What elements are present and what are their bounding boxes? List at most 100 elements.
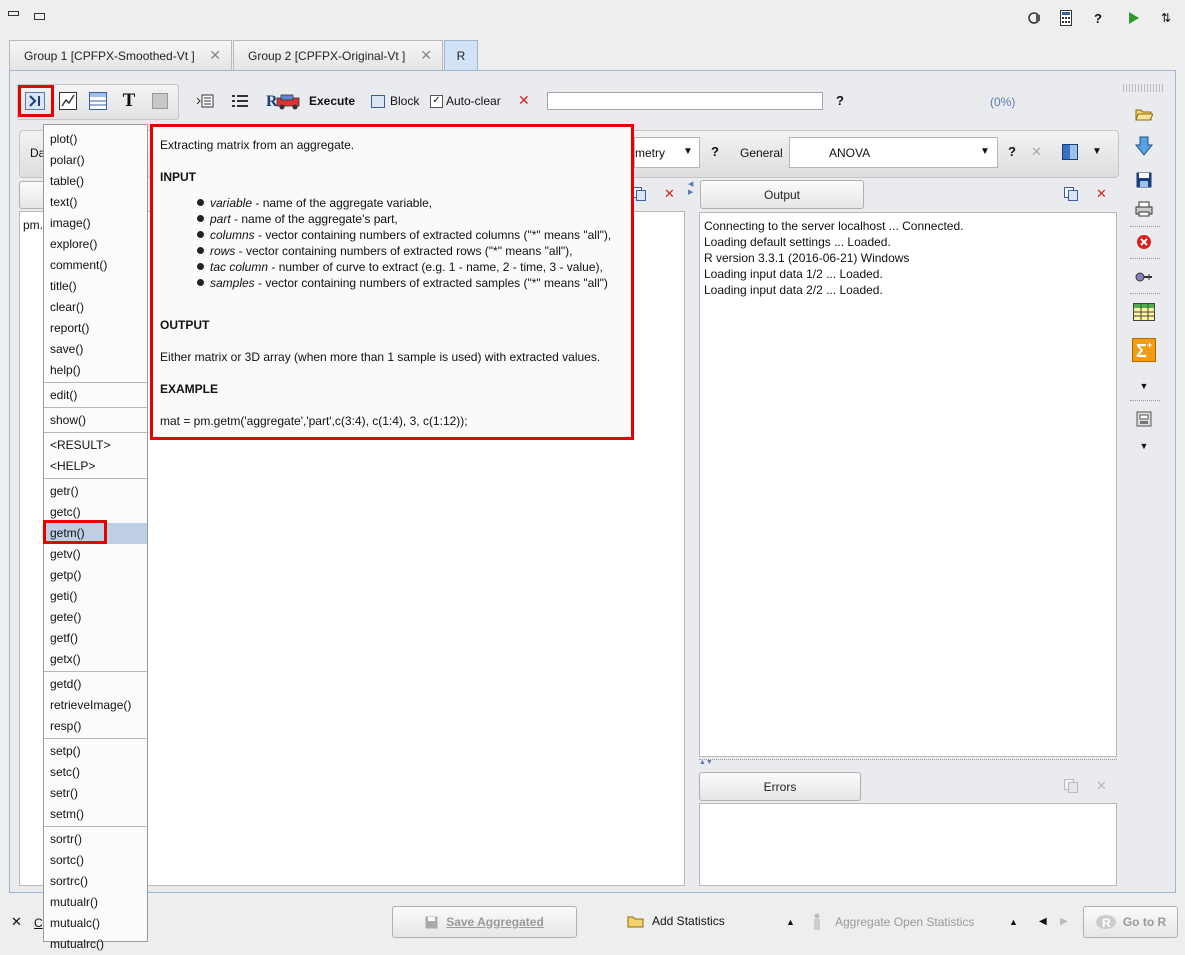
connect-icon[interactable] [1132, 265, 1156, 289]
autoclear-label[interactable]: Auto-clear [446, 94, 501, 108]
menu-item[interactable]: save() [44, 339, 147, 360]
menu-item[interactable]: gete() [44, 607, 147, 628]
tab-group-1[interactable]: Group 1 [CPFPX-Smoothed-Vt ] ✕ [9, 40, 232, 71]
menu-item[interactable]: report() [44, 318, 147, 339]
menu-item[interactable]: image() [44, 213, 147, 234]
block-icon[interactable] [371, 95, 385, 108]
menu-item[interactable]: clear() [44, 297, 147, 318]
indent-icon[interactable] [194, 90, 216, 112]
menu-item[interactable]: setm() [44, 804, 147, 825]
menu-item[interactable]: sortc() [44, 850, 147, 871]
menu-item[interactable]: setc() [44, 762, 147, 783]
editor-close-icon[interactable]: ✕ [664, 186, 675, 202]
stop-icon[interactable] [1132, 230, 1156, 254]
general-dropdown[interactable]: ANOVA ▼ [789, 137, 998, 168]
output-clear-icon[interactable]: ✕ [1096, 186, 1107, 202]
menu-item[interactable]: retrieveImage() [44, 695, 147, 716]
bottom-left-partial[interactable]: C [34, 916, 43, 930]
layout-icon[interactable] [1062, 144, 1078, 160]
clear-icon[interactable]: ✕ [518, 92, 530, 109]
folder-open-icon[interactable] [1132, 102, 1156, 126]
menu-item[interactable]: polar() [44, 150, 147, 171]
output-panel[interactable]: Connecting to the server localhost ... C… [699, 212, 1117, 757]
save-aggregated-button[interactable]: Save Aggregated [392, 906, 577, 938]
menu-item[interactable]: sortr() [44, 829, 147, 850]
general-help-icon[interactable]: ? [1008, 144, 1016, 159]
menu-item[interactable]: mutualrc() [44, 934, 147, 955]
refresh-icon[interactable]: ⇅ [1158, 10, 1174, 26]
spreadsheet-icon[interactable] [1132, 300, 1156, 324]
chevron-down-icon[interactable]: ▼ [1092, 146, 1102, 157]
previous-icon[interactable]: ◀ [1039, 916, 1047, 927]
help-icon[interactable]: ? [1090, 10, 1106, 26]
menu-item[interactable]: mutualc() [44, 913, 147, 934]
general-clear-icon[interactable]: ✕ [1031, 144, 1042, 160]
list-icon[interactable] [229, 90, 251, 112]
menu-item[interactable]: edit() [44, 385, 147, 406]
go-to-r-button[interactable]: R Go to R [1083, 906, 1178, 938]
output-title-button[interactable]: Output [700, 180, 864, 209]
errors-panel[interactable] [699, 803, 1117, 886]
aggregate-open-statistics-button[interactable]: Aggregate Open Statistics [810, 913, 974, 931]
chevron-up-icon[interactable]: ▲ [786, 917, 795, 927]
menu-item[interactable]: getr() [44, 481, 147, 502]
close-icon[interactable]: ✕ [420, 47, 432, 64]
tab-group-2[interactable]: Group 2 [CPFPX-Original-Vt ] ✕ [233, 40, 443, 71]
menu-item[interactable]: resp() [44, 716, 147, 737]
copy-icon[interactable] [1062, 186, 1080, 202]
menu-item[interactable]: getf() [44, 628, 147, 649]
menu-item[interactable]: getv() [44, 544, 147, 565]
menu-item[interactable]: comment() [44, 255, 147, 276]
menu-item[interactable]: geti() [44, 586, 147, 607]
print-icon[interactable] [1132, 197, 1156, 221]
menu-item[interactable]: getx() [44, 649, 147, 670]
metry-dropdown[interactable]: metry ▼ [634, 137, 700, 168]
window-menu-icon[interactable] [8, 11, 19, 16]
menu-item[interactable]: mutualr() [44, 892, 147, 913]
menu-item[interactable]: text() [44, 192, 147, 213]
autoclear-checkbox[interactable]: ✓ [430, 95, 443, 108]
sum-icon[interactable]: Σ + [1132, 338, 1156, 362]
menu-item[interactable]: getp() [44, 565, 147, 586]
chevron-up-icon[interactable]: ▲ [1009, 917, 1018, 927]
menu-item[interactable]: title() [44, 276, 147, 297]
window-restore-icon[interactable] [34, 13, 45, 20]
horizontal-splitter[interactable]: ▲▼ [699, 759, 1117, 768]
command-help-icon[interactable]: ? [836, 93, 844, 108]
table-icon[interactable] [87, 90, 109, 112]
execute-r-icon[interactable]: R [266, 90, 304, 112]
add-statistics-button[interactable]: Add Statistics [627, 914, 725, 928]
chevron-down-icon[interactable]: ▼ [1132, 434, 1156, 458]
menu-item[interactable]: table() [44, 171, 147, 192]
menu-item[interactable]: <RESULT> [44, 435, 147, 456]
plot-icon[interactable] [57, 90, 79, 112]
menu-item[interactable]: sortrc() [44, 871, 147, 892]
next-icon[interactable]: ▶ [1060, 916, 1068, 927]
menu-item[interactable]: explore() [44, 234, 147, 255]
menu-item[interactable]: help() [44, 360, 147, 381]
record-icon[interactable] [1026, 10, 1042, 26]
command-input[interactable] [547, 92, 823, 110]
download-icon[interactable] [1132, 134, 1156, 158]
image-icon[interactable] [149, 90, 171, 112]
bottom-close-icon[interactable]: ✕ [11, 914, 22, 930]
menu-item[interactable]: <HELP> [44, 456, 147, 477]
save-icon[interactable] [1132, 168, 1156, 192]
export-icon[interactable] [1132, 407, 1156, 431]
vertical-splitter[interactable]: ◀ ▶ [688, 180, 694, 886]
tab-r[interactable]: R [444, 40, 478, 71]
row-help-icon[interactable]: ? [711, 144, 719, 159]
copy-icon[interactable] [1062, 778, 1080, 794]
block-label[interactable]: Block [390, 94, 419, 108]
text-icon[interactable]: T [118, 90, 140, 112]
execute-button[interactable]: Execute [309, 94, 355, 108]
menu-item[interactable]: setp() [44, 741, 147, 762]
errors-title-button[interactable]: Errors [699, 772, 861, 801]
run-icon[interactable] [1126, 10, 1142, 26]
close-icon[interactable]: ✕ [209, 47, 221, 64]
chevron-down-icon[interactable]: ▼ [1132, 374, 1156, 398]
menu-item[interactable]: getd() [44, 674, 147, 695]
errors-clear-icon[interactable]: ✕ [1096, 778, 1107, 794]
menu-item[interactable]: show() [44, 410, 147, 431]
calculator-icon[interactable] [1058, 9, 1074, 27]
